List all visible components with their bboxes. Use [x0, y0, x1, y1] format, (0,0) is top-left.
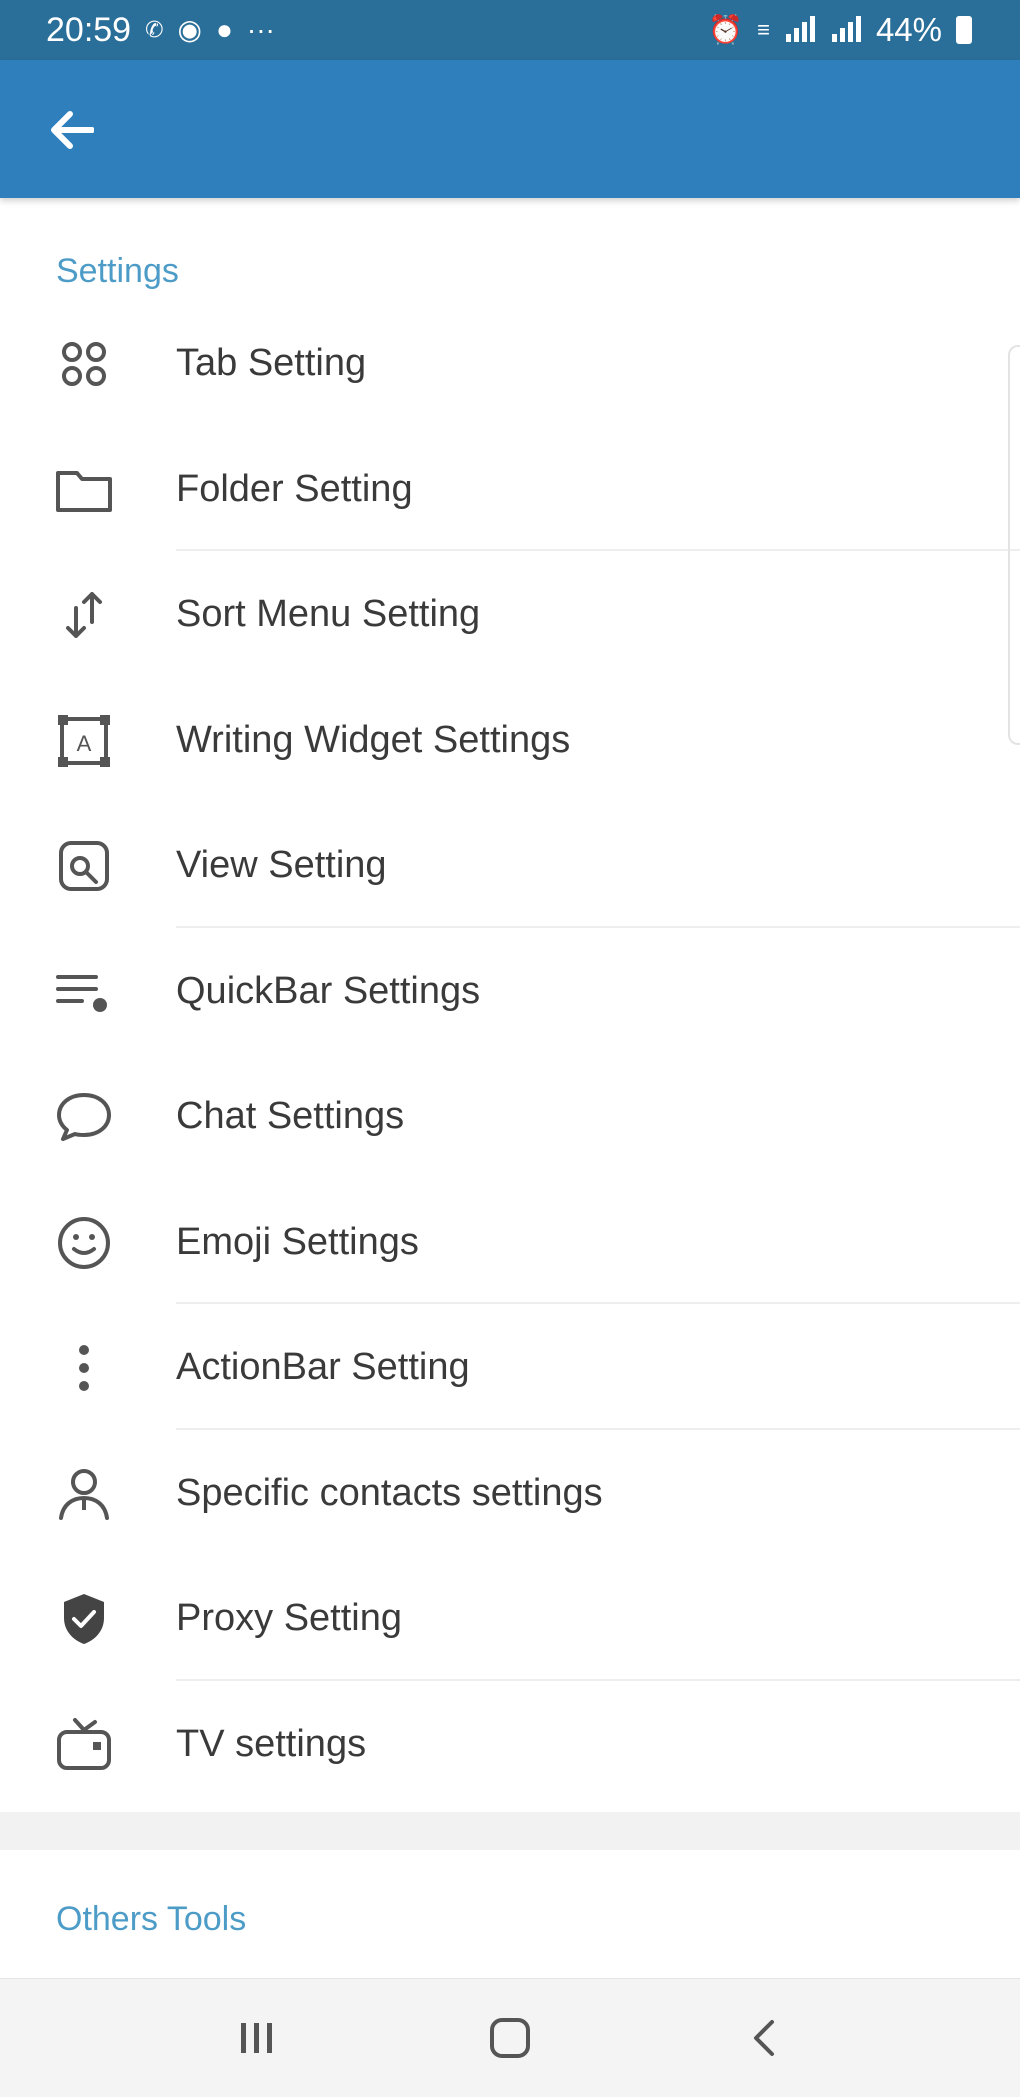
settings-item-label: Proxy Setting: [176, 1597, 402, 1639]
settings-item-specific-contacts[interactable]: Specific contacts settings: [0, 1430, 1020, 1556]
quickbar-icon: [52, 968, 116, 1016]
tab-grid-icon: [52, 340, 116, 388]
battery-icon: [956, 16, 972, 44]
settings-item-label: TV settings: [176, 1722, 367, 1765]
messenger-icon: ◉: [177, 14, 202, 45]
settings-item-label: Writing Widget Settings: [176, 718, 571, 761]
settings-item-label: Sort Menu Setting: [176, 593, 481, 635]
settings-item-tv[interactable]: TV settings: [0, 1681, 1020, 1807]
settings-item-actionbar[interactable]: ActionBar Setting: [0, 1304, 1020, 1430]
emoji-icon: [52, 1216, 116, 1269]
settings-item-sort-menu[interactable]: Sort Menu Setting: [0, 551, 1020, 677]
notification-icon: ●: [215, 14, 233, 45]
more-notifications-icon: ···: [246, 14, 275, 45]
section-divider: [0, 1812, 1020, 1850]
signal-icon-2: [831, 16, 861, 42]
app-bar: [0, 60, 1020, 198]
home-button[interactable]: [465, 1993, 555, 2083]
section-header-others-tools: Others Tools: [56, 1900, 247, 1938]
alarm-icon: ⏰: [708, 14, 744, 45]
nav-back-icon: [754, 2020, 775, 2056]
settings-item-label: Emoji Settings: [176, 1220, 419, 1263]
nav-back-button[interactable]: [718, 1993, 808, 2083]
folder-icon: [52, 466, 116, 514]
status-right: ⏰ ≡ 44%: [708, 11, 972, 49]
view-icon: [52, 841, 116, 891]
recent-apps-button[interactable]: [212, 1993, 302, 2083]
settings-item-chat[interactable]: Chat Settings: [0, 1053, 1020, 1179]
battery-percent: 44%: [875, 11, 942, 48]
status-bar: 20:59 ✆ ◉ ● ··· ⏰ ≡ 44%: [0, 0, 1020, 60]
call-icon: ✆: [145, 17, 164, 42]
settings-item-label: Specific contacts settings: [176, 1471, 603, 1514]
arrow-left-icon: [51, 111, 94, 149]
settings-item-label: View Setting: [176, 844, 387, 886]
settings-item-label: ActionBar Setting: [176, 1346, 470, 1388]
settings-item-quickbar[interactable]: QuickBar Settings: [0, 928, 1020, 1054]
settings-item-label: Tab Setting: [176, 342, 367, 384]
settings-screen: 20:59 ✆ ◉ ● ··· ⏰ ≡ 44% Settings Tab Set…: [0, 0, 1020, 2097]
tv-icon: [52, 1717, 116, 1770]
settings-item-label: QuickBar Settings: [176, 969, 481, 1012]
shield-icon: [52, 1594, 116, 1644]
settings-item-proxy[interactable]: Proxy Setting: [0, 1555, 1020, 1681]
scroll-indicator[interactable]: [1008, 345, 1020, 745]
recent-apps-icon: [240, 2023, 272, 2053]
section-header-settings: Settings: [56, 252, 179, 290]
writing-widget-icon: A: [52, 714, 116, 767]
settings-item-label: Folder Setting: [176, 467, 413, 510]
status-time: 20:59: [46, 10, 132, 49]
chat-bubble-icon: [52, 1093, 116, 1141]
settings-item-view[interactable]: View Setting: [0, 802, 1020, 928]
navigation-bar: [0, 1978, 1020, 2097]
status-left: 20:59 ✆ ◉ ● ···: [46, 11, 275, 50]
wifi-icon: ≡: [757, 17, 770, 42]
settings-item-label: Chat Settings: [176, 1095, 405, 1137]
settings-item-folder[interactable]: Folder Setting: [0, 426, 1020, 551]
settings-item-writing-widget[interactable]: A Writing Widget Settings: [0, 677, 1020, 803]
settings-item-tab[interactable]: Tab Setting: [0, 300, 1020, 426]
more-vertical-icon: [52, 1344, 116, 1392]
home-icon: [489, 2018, 530, 2058]
signal-icon: [785, 16, 815, 42]
contact-icon: [52, 1468, 116, 1520]
sort-arrows-icon: [52, 591, 116, 639]
svg-text:A: A: [77, 731, 92, 756]
back-button[interactable]: [38, 97, 104, 163]
settings-list: Tab Setting Folder Setting Sort Menu Set…: [0, 300, 1020, 1806]
settings-item-emoji[interactable]: Emoji Settings: [0, 1179, 1020, 1304]
